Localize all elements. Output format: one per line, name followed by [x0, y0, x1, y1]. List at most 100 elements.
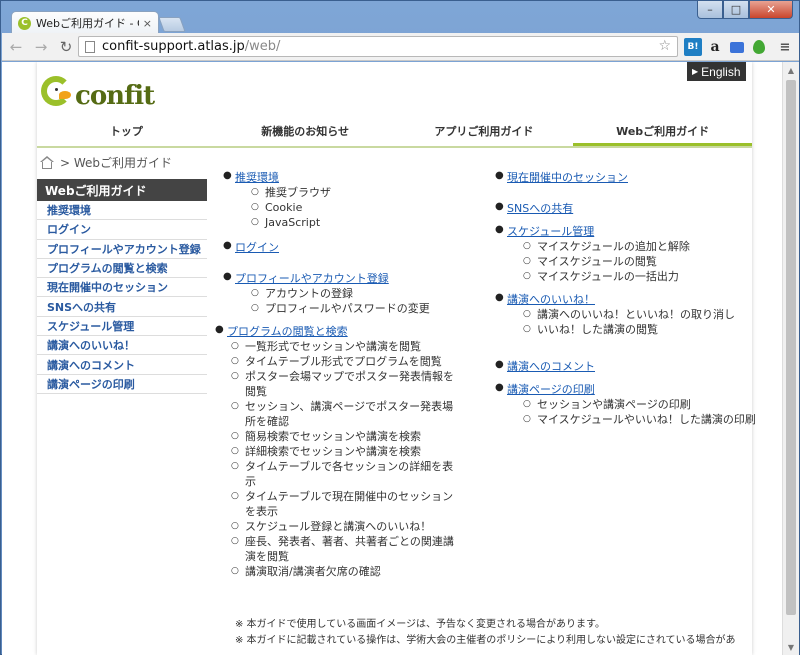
guide-link-login[interactable]: ログイン [235, 240, 485, 255]
guide-group: ● 講演へのいいね！ 講演へのいいね！といいね！の取り消し いいね！した講演の閲… [495, 292, 757, 337]
sidebar-item-print[interactable]: 講演ページの印刷 [37, 375, 207, 394]
list-item: マイスケジュールの追加と解除 [523, 239, 757, 254]
notes: ※ 本ガイドで使用している画面イメージは、予告なく変更される場合があります。 ※… [235, 617, 755, 649]
scroll-down-icon[interactable]: ▼ [783, 639, 799, 655]
guide-link-like[interactable]: 講演へのいいね！ [507, 292, 757, 307]
confit-logo[interactable]: confit [41, 70, 155, 111]
list-item: 講演取消/講演者欠席の確認 [231, 564, 461, 579]
guide-column-right: ● 現在開催中のセッション ● SNSへの共有 ● スケジュール管理 マイスケジ… [495, 170, 757, 427]
sidebar-item-profile[interactable]: プロフィールやアカウント登録 [37, 240, 207, 259]
amazon-icon[interactable]: a [706, 38, 724, 56]
sidebar-item-current-session[interactable]: 現在開催中のセッション [37, 278, 207, 298]
new-tab-button[interactable] [158, 17, 186, 32]
leaf-extension-icon[interactable] [750, 38, 768, 56]
guide-link-recommended-env[interactable]: 推奨環境 [235, 170, 485, 185]
browser-tab[interactable]: C Webご利用ガイド - Conf × [11, 11, 159, 34]
guide-link-print[interactable]: 講演ページの印刷 [507, 382, 757, 397]
guide-group: ● スケジュール管理 マイスケジュールの追加と解除 マイスケジュールの閲覧 マイ… [495, 224, 757, 284]
sidebar: Webご利用ガイド 推奨環境 ログイン プロフィールやアカウント登録 プログラム… [37, 179, 207, 394]
vertical-scrollbar[interactable]: ▲ ▼ [782, 62, 799, 655]
breadcrumb-separator: > [60, 155, 71, 170]
list-item: JavaScript [251, 215, 485, 230]
sidebar-item-schedule[interactable]: スケジュール管理 [37, 317, 207, 337]
sidebar-item-sns[interactable]: SNSへの共有 [37, 297, 207, 317]
sidebar-item-like[interactable]: 講演へのいいね！ [37, 336, 207, 356]
confit-favicon-icon: C [18, 16, 31, 30]
page-icon [85, 40, 95, 53]
list-item: マイスケジュールの閲覧 [523, 254, 757, 269]
menu-icon[interactable]: ≡ [776, 38, 794, 56]
nav-app-guide[interactable]: アプリご利用ガイド [395, 118, 574, 146]
list-item: プロフィールやパスワードの変更 [251, 301, 485, 316]
url-host: confit-support.atlas.jp [102, 39, 245, 54]
bookmark-star-icon[interactable]: ☆ [658, 38, 671, 54]
guide-link-profile[interactable]: プロフィールやアカウント登録 [235, 271, 485, 286]
forward-button[interactable]: → [30, 36, 52, 58]
tab-close-icon[interactable]: × [143, 17, 152, 30]
list-item: マイスケジュールやいいね！した講演の印刷 [523, 412, 757, 427]
list-item: 推奨ブラウザ [251, 185, 485, 200]
nav-top[interactable]: トップ [37, 118, 216, 146]
guide-column-left: ● 推奨環境 推奨ブラウザ Cookie JavaScript ● ログイン ●… [215, 170, 485, 579]
sidebar-item-recommended-env[interactable]: 推奨環境 [37, 201, 207, 221]
list-item: セッション、講演ページでポスター発表場所を確認 [231, 399, 461, 429]
maximize-button[interactable]: □ [723, 1, 749, 19]
list-item: いいね！した講演の閲覧 [523, 322, 757, 337]
list-item: 一覧形式でセッションや講演を閲覧 [231, 339, 461, 354]
breadcrumb: > Webご利用ガイド [40, 154, 172, 171]
nav-divider [37, 146, 752, 148]
list-item: タイムテーブルで各セッションの詳細を表示 [231, 459, 461, 489]
main-nav: トップ 新機能のお知らせ アプリご利用ガイド Webご利用ガイド [37, 118, 752, 147]
guide-group: ● ログイン [223, 240, 485, 255]
list-item: Cookie [251, 200, 485, 215]
logo-text: confit [75, 81, 155, 111]
reload-button[interactable]: ↻ [55, 36, 77, 58]
url-path: /web/ [244, 39, 281, 54]
close-window-button[interactable]: ✕ [749, 1, 793, 19]
guide-link-sns[interactable]: SNSへの共有 [507, 201, 757, 216]
address-bar[interactable]: confit-support.atlas.jp/web/ ☆ [78, 36, 678, 57]
confit-bird-icon [41, 76, 73, 110]
sidebar-item-comment[interactable]: 講演へのコメント [37, 355, 207, 375]
scroll-up-icon[interactable]: ▲ [783, 62, 799, 78]
guide-link-program[interactable]: プログラムの閲覧と検索 [227, 324, 485, 339]
list-item: セッションや講演ページの印刷 [523, 397, 757, 412]
browser-window: C Webご利用ガイド - Conf × – □ ✕ ← → ↻ confit-… [0, 0, 800, 655]
hatena-bookmark-icon[interactable]: B! [684, 38, 702, 56]
english-label: English [701, 64, 741, 79]
list-item: 簡易検索でセッションや講演を検索 [231, 429, 461, 444]
list-item: タイムテーブルで現在開催中のセッションを表示 [231, 489, 461, 519]
sidebar-item-program[interactable]: プログラムの閲覧と検索 [37, 259, 207, 279]
guide-group: ● プロフィールやアカウント登録 アカウントの登録 プロフィールやパスワードの変… [223, 271, 485, 316]
nav-web-guide[interactable]: Webご利用ガイド [573, 118, 752, 146]
guide-link-comment[interactable]: 講演へのコメント [507, 359, 757, 374]
chat-extension-icon[interactable] [728, 38, 746, 56]
tab-title: Webご利用ガイド - Conf [36, 17, 139, 30]
sidebar-item-login[interactable]: ログイン [37, 220, 207, 240]
guide-group: ● 講演へのコメント [495, 359, 757, 374]
scrollbar-thumb[interactable] [786, 80, 796, 615]
english-button[interactable]: ▶ English [687, 62, 746, 81]
list-item: スケジュール登録と講演へのいいね！ [231, 519, 461, 534]
list-item: 詳細検索でセッションや講演を検索 [231, 444, 461, 459]
title-bar: C Webご利用ガイド - Conf × – □ ✕ [1, 1, 799, 34]
list-item: タイムテーブル形式でプログラムを閲覧 [231, 354, 461, 369]
browser-toolbar: ← → ↻ confit-support.atlas.jp/web/ ☆ B! … [2, 33, 799, 61]
list-item: アカウントの登録 [251, 286, 485, 301]
breadcrumb-current: Webご利用ガイド [73, 156, 173, 170]
nav-news[interactable]: 新機能のお知らせ [216, 118, 395, 146]
sidebar-title: Webご利用ガイド [37, 179, 207, 201]
guide-link-schedule[interactable]: スケジュール管理 [507, 224, 757, 239]
back-button[interactable]: ← [5, 36, 27, 58]
page-content: ▶ English confit トップ 新機能のお知らせ アプリご利用ガイド … [37, 62, 756, 655]
guide-link-current-session[interactable]: 現在開催中のセッション [507, 170, 757, 185]
minimize-button[interactable]: – [697, 1, 723, 19]
page-viewport: ▶ English confit トップ 新機能のお知らせ アプリご利用ガイド … [2, 62, 799, 655]
guide-group: ● 講演ページの印刷 セッションや講演ページの印刷 マイスケジュールやいいね！し… [495, 382, 757, 427]
triangle-right-icon: ▶ [692, 67, 699, 76]
list-item: ポスター会場マップでポスター発表情報を閲覧 [231, 369, 461, 399]
guide-group: ● 現在開催中のセッション [495, 170, 757, 185]
guide-group: ● 推奨環境 推奨ブラウザ Cookie JavaScript [223, 170, 485, 230]
guide-group: ● SNSへの共有 [495, 201, 757, 216]
home-icon[interactable] [40, 156, 54, 169]
